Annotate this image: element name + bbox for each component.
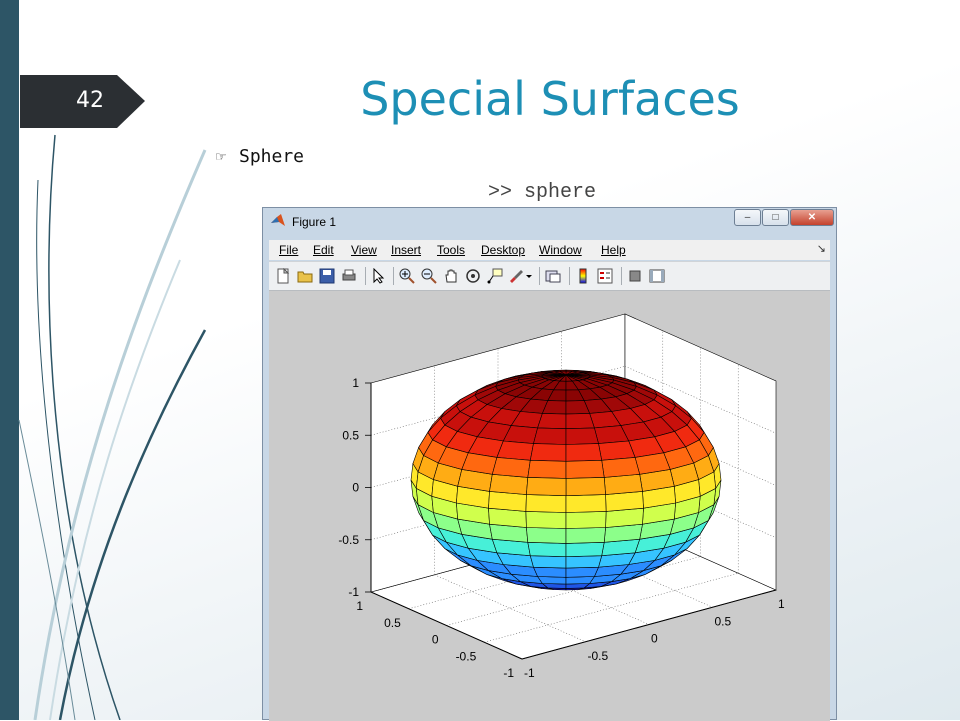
toolbar-separator — [621, 267, 622, 285]
slide-title: Special Surfaces — [360, 72, 740, 126]
x-tick-label: 0 — [651, 632, 658, 646]
pan-icon[interactable] — [443, 268, 459, 284]
y-tick-label: -0.5 — [456, 649, 477, 663]
new-figure-icon[interactable] — [275, 268, 291, 284]
menu-bar: File Edit View Insert Tools Desktop Wind… — [269, 240, 830, 260]
z-tick-label: 0 — [352, 481, 359, 495]
surface-patch — [601, 457, 641, 478]
surface-patch — [529, 555, 567, 569]
legend-icon[interactable] — [597, 268, 613, 284]
z-tick-label: -1 — [348, 585, 359, 599]
menu-insert[interactable]: Insert — [391, 243, 421, 257]
surface-patch — [565, 459, 605, 479]
surface-patch — [603, 473, 643, 495]
surface-patch — [565, 576, 595, 585]
link-plot-icon[interactable] — [545, 268, 561, 284]
surface-patch — [565, 494, 607, 513]
sphere-surface — [410, 369, 722, 591]
surface-patch — [565, 511, 607, 529]
surface-patch — [526, 477, 567, 497]
maximize-button[interactable]: □ — [762, 209, 789, 226]
brush-icon[interactable] — [509, 268, 525, 284]
title-bar[interactable]: Figure 1 – □ ✕ — [263, 208, 836, 234]
save-icon[interactable] — [319, 268, 335, 284]
rotate-3d-icon[interactable] — [465, 268, 481, 284]
brush-dropdown-icon[interactable] — [525, 268, 533, 284]
print-icon[interactable] — [341, 268, 357, 284]
show-plot-tools-icon[interactable] — [649, 268, 665, 284]
sphere-plot[interactable]: 10.50-0.5-110.50-0.5-110.50-0.5-1 — [269, 291, 830, 721]
bullet-text: Sphere — [239, 146, 305, 167]
y-tick-label: 1 — [356, 599, 363, 613]
close-button[interactable]: ✕ — [790, 209, 834, 226]
z-tick-label: -0.5 — [338, 533, 359, 547]
surface-patch — [565, 555, 603, 569]
menu-window[interactable]: Window — [539, 243, 582, 257]
surface-patch — [525, 511, 567, 529]
menu-edit[interactable]: Edit — [313, 243, 334, 257]
surface-patch — [565, 413, 595, 430]
surface-patch — [565, 566, 599, 578]
menu-view[interactable]: View — [351, 243, 377, 257]
menu-file[interactable]: File — [279, 243, 298, 257]
surface-patch — [526, 527, 567, 544]
zoom-in-icon[interactable] — [399, 268, 415, 284]
menu-desktop[interactable]: Desktop — [481, 243, 525, 257]
surface-patch — [565, 527, 606, 544]
surface-patch — [489, 473, 529, 495]
x-tick-label: -0.5 — [588, 649, 609, 663]
y-tick-label: 0 — [432, 633, 439, 647]
menu-help[interactable]: Help — [601, 243, 626, 257]
toolbar-separator — [539, 267, 540, 285]
surface-patch — [565, 541, 605, 558]
surface-patch — [491, 457, 531, 478]
menu-overflow-icon[interactable]: ↘ — [817, 242, 826, 255]
open-file-icon[interactable] — [297, 268, 313, 284]
window-controls: – □ ✕ — [733, 209, 834, 226]
surface-patch — [525, 494, 567, 513]
z-tick-label: 1 — [352, 376, 359, 390]
x-tick-label: 0.5 — [715, 614, 732, 628]
toolbar-separator — [393, 267, 394, 285]
surface-patch — [565, 477, 606, 497]
surface-patch — [598, 440, 636, 461]
slide-number: 42 — [76, 88, 104, 113]
zoom-out-icon[interactable] — [421, 268, 437, 284]
toolbar — [269, 261, 830, 291]
minimize-button[interactable]: – — [734, 209, 761, 226]
menu-tools[interactable]: Tools — [437, 243, 465, 257]
surface-patch — [496, 440, 534, 461]
data-cursor-icon[interactable] — [487, 268, 503, 284]
surface-patch — [537, 576, 567, 585]
y-tick-label: -1 — [503, 666, 514, 680]
plot-area[interactable]: 1 0.5 0 -0.5 -1 1 0.5 0 -0.5 -1 1 0.5 0 -0.5 -1 — [269, 291, 830, 721]
x-tick-label: -1 — [524, 666, 535, 680]
surface-patch — [565, 427, 599, 445]
hand-pointer-icon: ☞ — [215, 148, 227, 164]
edit-plot-icon[interactable] — [371, 268, 387, 284]
surface-patch — [537, 413, 567, 430]
x-tick-label: 1 — [778, 597, 785, 611]
z-tick-label: 0.5 — [342, 428, 359, 442]
surface-patch — [527, 459, 567, 479]
surface-patch — [527, 541, 567, 558]
matlab-logo-icon — [271, 214, 285, 226]
surface-patch — [533, 427, 567, 445]
surface-patch — [565, 443, 603, 462]
hide-plot-tools-icon[interactable] — [627, 268, 643, 284]
surface-patch — [529, 443, 567, 462]
toolbar-separator — [569, 267, 570, 285]
command-text: >> sphere — [488, 181, 597, 204]
colorbar-icon[interactable] — [575, 268, 591, 284]
y-tick-label: 0.5 — [384, 616, 401, 630]
toolbar-separator — [365, 267, 366, 285]
surface-patch — [533, 566, 567, 578]
bullet-item: ☞ Sphere — [215, 146, 304, 167]
figure-window: Figure 1 – □ ✕ File Edit View Insert Too… — [262, 207, 837, 721]
window-title: Figure 1 — [292, 215, 337, 229]
